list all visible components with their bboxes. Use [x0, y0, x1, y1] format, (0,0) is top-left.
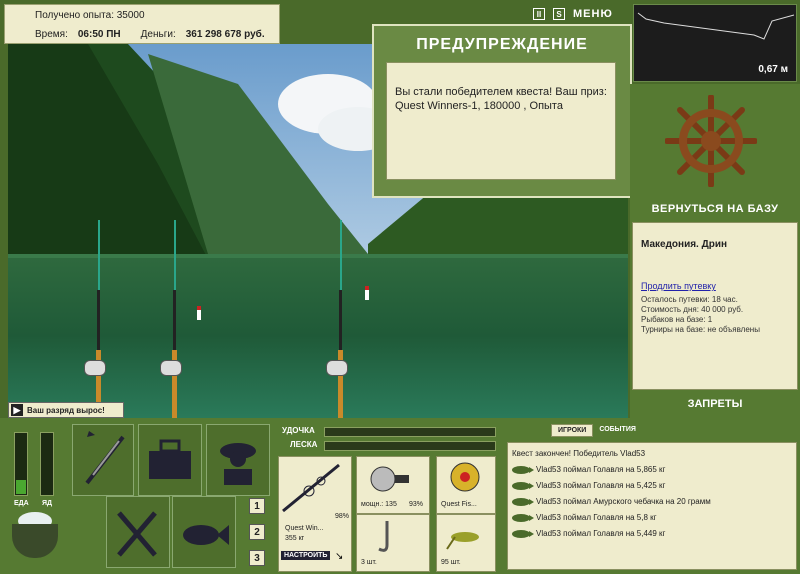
bait-count: 95 шт. — [441, 559, 461, 566]
arrow-right-icon: ▶ — [11, 404, 23, 416]
location-name: Македония. Дрин — [641, 239, 728, 250]
pause-button[interactable]: II — [533, 8, 545, 20]
fisherman-button[interactable] — [206, 424, 270, 496]
tab-players[interactable]: ИГРОКИ — [551, 424, 594, 437]
page-3-button[interactable]: 3 — [249, 550, 265, 566]
warning-title: ПРЕДУПРЕЖДЕНИЕ — [416, 36, 588, 53]
depth-value: 0,67 м — [758, 64, 788, 75]
time-value: 06:50 ПН — [77, 29, 121, 40]
depth-chart: 0,67 м — [633, 4, 797, 82]
location-info: Македония. Дрин Продлить путевку Осталос… — [632, 222, 798, 390]
setup-button[interactable]: НАСТРОИТЬ — [281, 551, 331, 560]
catch-button[interactable] — [172, 496, 236, 568]
rod-weight: 355 кг — [285, 535, 305, 542]
experience-text: Получено опыта: 35000 — [35, 10, 145, 21]
list-item: Vlad53 поймал Амурского чебачка на 20 гр… — [512, 497, 711, 506]
rods-button[interactable] — [72, 424, 134, 496]
fishing-rod-2[interactable] — [160, 220, 182, 418]
fish-icon — [512, 481, 534, 490]
hook-count: 3 шт. — [361, 559, 377, 566]
ship-wheel-icon[interactable] — [665, 95, 757, 187]
fish-icon — [512, 513, 534, 522]
float-1[interactable] — [197, 306, 201, 320]
list-item: Vlad53 поймал Голавля на 5,8 кг — [512, 513, 657, 522]
float-2[interactable] — [365, 286, 369, 300]
rod-slot[interactable]: Quest Win... 355 кг 98% НАСТРОИТЬ ↘ — [278, 456, 352, 572]
extend-permit-link[interactable]: Продлить путевку — [641, 281, 716, 291]
return-to-base-button[interactable]: ВЕРНУТЬСЯ НА БАЗУ — [633, 203, 797, 215]
food-label: ЕДА — [14, 500, 29, 507]
sound-icon: S — [556, 9, 562, 19]
fishing-rod-1[interactable] — [84, 220, 106, 418]
tackle-box-button[interactable] — [138, 424, 202, 496]
fish-icon — [512, 465, 534, 474]
poison-bar — [40, 432, 54, 496]
permit-remaining: Осталось путевки: 18 час. — [641, 295, 738, 304]
tackle-box-icon — [149, 439, 191, 479]
list-item: Vlad53 поймал Голавля на 5,449 кг — [512, 529, 665, 538]
pot-icon[interactable] — [12, 512, 58, 560]
food-button[interactable] — [106, 496, 170, 568]
fish-icon — [183, 525, 229, 545]
reel-icon — [370, 466, 409, 492]
line-slot[interactable]: Quest Fis... — [436, 456, 496, 514]
warning-text: Вы стали победителем квеста! Ваш приз: Q… — [395, 86, 607, 112]
pause-icon: II — [536, 9, 542, 19]
tournaments-status: Турниры на базе: не объявлены — [641, 325, 760, 334]
fishing-rod-3[interactable] — [326, 220, 348, 418]
rod-percent: 98% — [335, 513, 350, 520]
hook-slot[interactable]: 3 шт. — [356, 514, 430, 572]
player-info-panel: Получено опыта: 35000 Время: 06:50 ПН Де… — [4, 4, 280, 44]
line-gauge — [324, 441, 496, 451]
menu-button[interactable]: МЕНЮ — [573, 8, 613, 20]
page-1-button[interactable]: 1 — [249, 498, 265, 514]
bait-slot[interactable]: 95 шт. — [436, 514, 496, 572]
poison-label: ЯД — [42, 500, 53, 507]
money-value: 361 298 678 руб. — [185, 29, 265, 40]
fishing-line-spool-icon — [450, 462, 480, 492]
page-2-button[interactable]: 2 — [249, 524, 265, 540]
rank-up-notice[interactable]: ▶ Ваш разряд вырос! — [8, 402, 124, 418]
rod-icon — [282, 463, 340, 513]
line-label: ЛЕСКА — [290, 440, 318, 449]
top-controls: II S МЕНЮ — [533, 8, 613, 20]
tab-events[interactable]: СОБЫТИЯ — [597, 424, 638, 437]
list-item: Vlad53 поймал Голавля на 5,425 кг — [512, 481, 665, 490]
grasshopper-icon — [446, 532, 479, 550]
day-cost: Стоимость дня: 40 000 руб. — [641, 305, 744, 314]
hook-icon — [378, 521, 389, 552]
reel-percent: 93% — [409, 501, 424, 508]
warning-dialog[interactable]: ПРЕДУПРЕЖДЕНИЕ Вы стали победителем квес… — [372, 24, 632, 198]
rod-name: Quest Win... — [285, 525, 324, 532]
warning-body: Вы стали победителем квеста! Ваш приз: Q… — [386, 62, 616, 180]
fish-icon — [512, 529, 534, 538]
sound-button[interactable]: S — [553, 8, 565, 20]
fisherman-icon — [220, 443, 256, 485]
event-header: Квест закончен! Победитель Vlad53 — [512, 449, 646, 458]
fishers-count: Рыбаков на базе: 1 — [641, 315, 713, 324]
money-label: Деньги: — [140, 29, 176, 40]
food-bar — [14, 432, 28, 496]
reel-power: мощн.: 135 — [361, 501, 397, 508]
line-name: Quest Fis... — [441, 501, 477, 508]
rod-label: УДОЧКА — [282, 426, 315, 435]
fish-icon — [512, 497, 534, 506]
fork-knife-icon — [117, 511, 157, 557]
rank-up-text: Ваш разряд вырос! — [27, 405, 105, 415]
bans-button[interactable]: ЗАПРЕТЫ — [633, 398, 797, 410]
arrow-down-right-icon: ↘ — [335, 551, 344, 562]
time-label: Время: — [35, 29, 68, 40]
reel-slot[interactable]: мощн.: 135 93% — [356, 456, 430, 514]
events-list: Квест закончен! Победитель Vlad53 Vlad53… — [507, 442, 797, 570]
rod-icon — [85, 431, 125, 485]
rod-gauge — [324, 427, 496, 437]
list-item: Vlad53 поймал Голавля на 5,865 кг — [512, 465, 665, 474]
events-panel: ИГРОКИ СОБЫТИЯ Квест закончен! Победител… — [503, 418, 800, 574]
